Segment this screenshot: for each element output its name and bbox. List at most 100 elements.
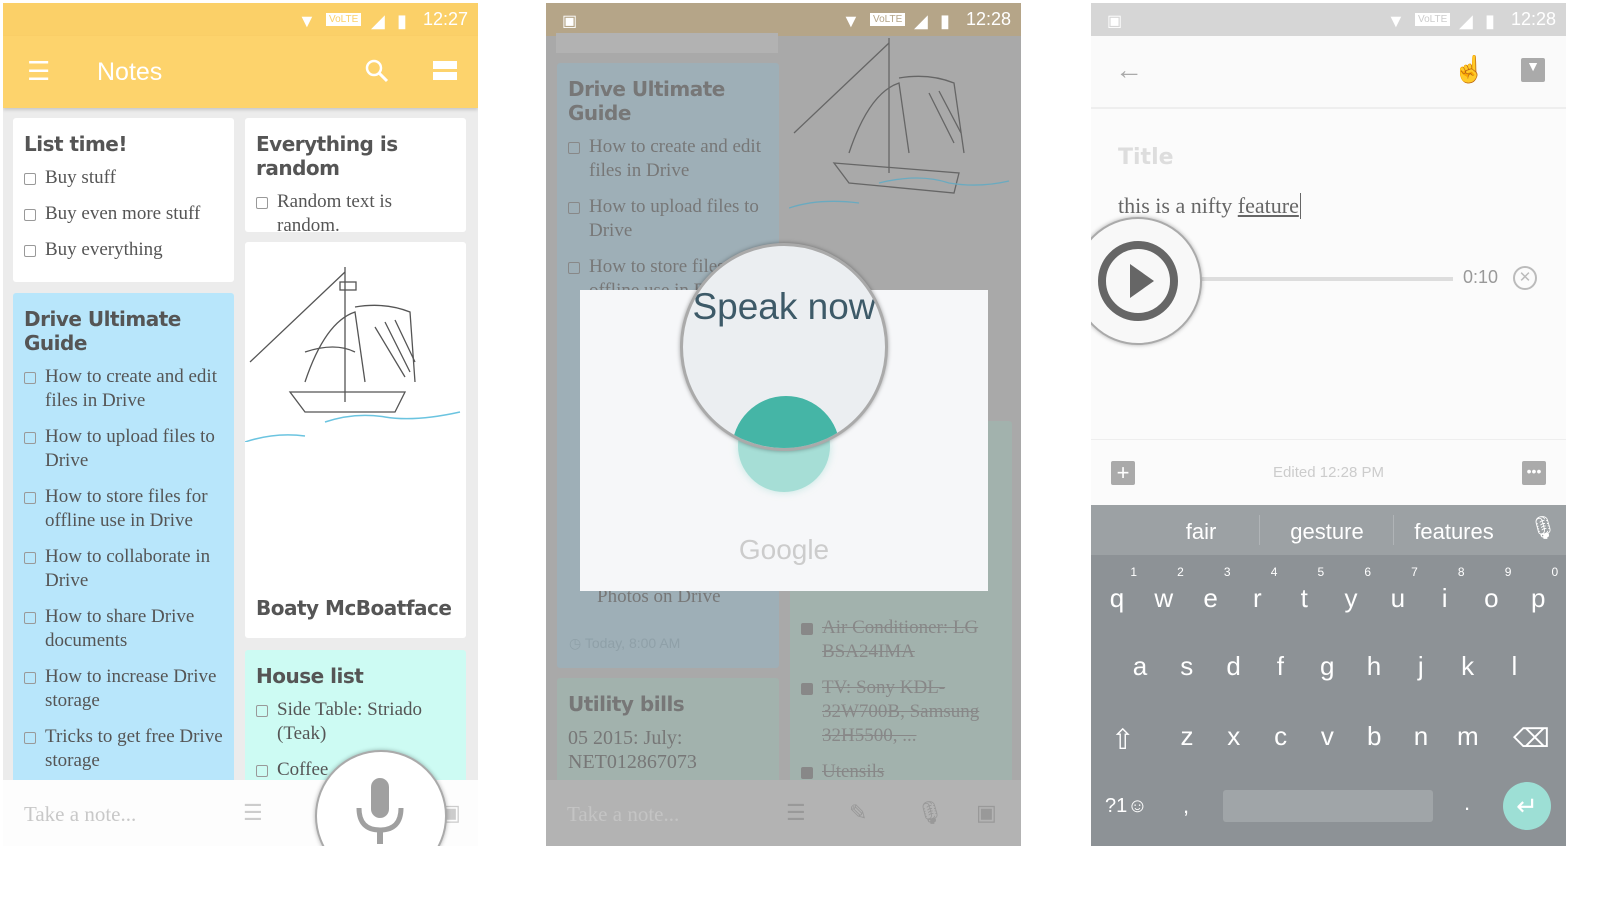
status-bar: ▼ VoLTE ◢ ▮ 12:27	[3, 3, 478, 36]
checkbox[interactable]	[24, 612, 36, 624]
notes-list-screen: ▼ VoLTE ◢ ▮ 12:27 ☰ Notes List time! Buy…	[3, 3, 478, 846]
key[interactable]: x	[1214, 721, 1254, 752]
symbols-key[interactable]: ?1☺	[1105, 795, 1148, 818]
wifi-icon: ▼	[842, 11, 860, 31]
title-input[interactable]: Title	[1118, 145, 1174, 170]
key[interactable]: 8i	[1425, 565, 1465, 614]
image-notification-icon: ▣	[1107, 13, 1123, 30]
back-arrow-icon[interactable]: ←	[1115, 54, 1143, 86]
key[interactable]: c	[1261, 721, 1301, 752]
key[interactable]: g	[1307, 651, 1347, 682]
note-card-list-time[interactable]: List time! Buy stuff Buy even more stuff…	[13, 118, 234, 282]
key[interactable]: k	[1448, 651, 1488, 682]
checkbox[interactable]	[24, 492, 36, 504]
search-icon[interactable]	[364, 58, 390, 84]
key[interactable]: 4r	[1237, 565, 1277, 614]
pin-icon[interactable]: ☝	[1453, 54, 1485, 85]
key[interactable]: l	[1494, 651, 1534, 682]
list-item: How to share Drive documents	[24, 605, 223, 653]
note-body: 05 2015: July: NET012867073	[568, 727, 697, 773]
key[interactable]: 2w	[1144, 565, 1183, 614]
key[interactable]: 5t	[1284, 565, 1325, 614]
view-toggle-icon[interactable]	[433, 61, 457, 81]
voice-input-icon[interactable]: 🎙	[1529, 515, 1557, 541]
status-bar: ▣ ▼ VoLTE ◢ ▮ 12:28	[546, 3, 1021, 36]
checkbox[interactable]	[24, 432, 36, 444]
suggestion-1[interactable]: fair	[1131, 519, 1271, 545]
period-key[interactable]: .	[1464, 790, 1470, 816]
checkbox[interactable]	[24, 245, 36, 257]
list-item: How to upload files to Drive	[24, 425, 223, 473]
note-title: House list	[256, 664, 364, 688]
list-item: How to create and edit files in Drive	[568, 135, 768, 183]
key[interactable]: m	[1448, 721, 1488, 752]
list-item: Air Conditioner: LG BSA24IMA	[801, 616, 1001, 664]
backspace-key[interactable]: ⌫	[1513, 723, 1550, 754]
list-item: Buy stuff	[24, 166, 223, 190]
card-edge	[556, 33, 778, 53]
archive-icon[interactable]: ▼	[1521, 58, 1545, 82]
key[interactable]: d	[1214, 651, 1254, 682]
more-options-icon[interactable]: •••	[1522, 461, 1546, 485]
audio-progress-bar[interactable]	[1191, 277, 1453, 281]
note-title: List time!	[24, 132, 127, 156]
key[interactable]: 1q	[1097, 565, 1137, 614]
key[interactable]: f	[1260, 651, 1300, 682]
voice-input-screen: ▣ ▼ VoLTE ◢ ▮ 12:28 Drive Ultimate Guide…	[546, 3, 1021, 846]
editor-toolbar: ← ☝ ▼	[1091, 36, 1566, 109]
pen-icon[interactable]: ✎	[849, 800, 867, 826]
note-card-boat[interactable]: Boaty McBoatface	[245, 242, 466, 638]
list-item: Buy everything	[24, 238, 223, 262]
list-item: How to create and edit files in Drive	[24, 365, 223, 413]
key[interactable]: 6y	[1331, 565, 1372, 614]
checkbox[interactable]	[256, 197, 268, 209]
camera-icon[interactable]: ▣	[976, 800, 997, 826]
key[interactable]: z	[1167, 721, 1207, 752]
key[interactable]: n	[1401, 721, 1441, 752]
key[interactable]: h	[1354, 651, 1394, 682]
checkbox[interactable]	[24, 672, 36, 684]
checkbox[interactable]	[24, 209, 36, 221]
play-button-magnified[interactable]	[1091, 217, 1202, 345]
enter-key[interactable]: ↵	[1503, 782, 1551, 830]
note-body-input[interactable]: this is a nifty feature	[1118, 193, 1301, 219]
key[interactable]: 7u	[1378, 565, 1418, 614]
reminder-chip[interactable]: ◷ Today, 8:00 AM	[569, 635, 680, 652]
volte-icon: VoLTE	[870, 13, 906, 26]
note-title: Boaty McBoatface	[256, 596, 452, 620]
battery-icon: ▮	[397, 11, 407, 31]
checkbox[interactable]	[24, 552, 36, 564]
key[interactable]: a	[1120, 651, 1160, 682]
key[interactable]: b	[1354, 721, 1394, 752]
mic-icon[interactable]: 🎙	[916, 800, 944, 826]
checkbox[interactable]	[24, 173, 36, 185]
menu-icon[interactable]: ☰	[27, 56, 50, 87]
note-card-drive-guide[interactable]: Drive Ultimate Guide How to create and e…	[13, 293, 234, 793]
take-note-input[interactable]: Take a note...	[567, 802, 679, 827]
checkbox[interactable]	[256, 765, 268, 777]
app-title: Notes	[97, 58, 163, 86]
audio-duration: 0:10	[1463, 267, 1499, 287]
key[interactable]: 9o	[1471, 565, 1511, 614]
google-logo: Google	[738, 534, 830, 565]
signal-icon: ◢	[914, 11, 928, 31]
list-item: Random text is random.	[256, 190, 455, 232]
key[interactable]: 3e	[1191, 565, 1230, 614]
checkbox[interactable]	[24, 732, 36, 744]
comma-key[interactable]: ,	[1183, 793, 1189, 819]
new-list-icon[interactable]: ☰	[243, 800, 263, 826]
new-list-icon[interactable]: ☰	[786, 800, 806, 826]
key[interactable]: v	[1307, 721, 1347, 752]
key[interactable]: 0p	[1518, 565, 1558, 614]
shift-key[interactable]: ⇧	[1111, 723, 1134, 756]
remove-audio-icon[interactable]: ✕	[1513, 266, 1537, 290]
checkbox[interactable]	[256, 705, 268, 717]
suggestion-3[interactable]: features	[1384, 519, 1524, 545]
take-note-input[interactable]: Take a note...	[24, 802, 136, 827]
key[interactable]: s	[1167, 651, 1207, 682]
space-bar[interactable]	[1223, 790, 1433, 822]
checkbox[interactable]	[24, 372, 36, 384]
key[interactable]: j	[1401, 651, 1441, 682]
suggestion-2[interactable]: gesture	[1257, 519, 1397, 545]
note-card-random[interactable]: Everything is random Random text is rand…	[245, 118, 466, 232]
